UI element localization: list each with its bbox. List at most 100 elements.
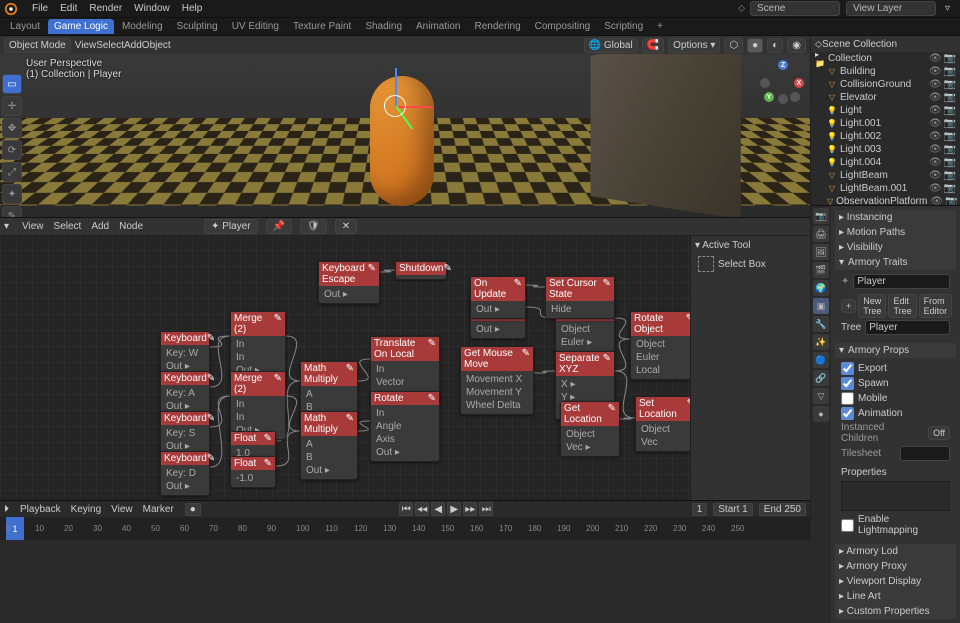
player-capsule[interactable] [370, 76, 434, 206]
node-mathmul2[interactable]: Math Multiply✎ABOut ▸ [300, 411, 358, 480]
jump-end-button[interactable]: ⏭ [479, 502, 493, 516]
disable-render-icon[interactable]: 📷 [944, 157, 956, 168]
panel-visibility[interactable]: ▸ Visibility [835, 240, 956, 255]
timeline-track[interactable]: 1 01020304050607080901001101201301401501… [0, 517, 810, 540]
disable-render-icon[interactable]: 📷 [944, 105, 956, 116]
tab-physics[interactable]: 🔵 [813, 352, 829, 368]
tab-render[interactable]: 📷 [813, 208, 829, 224]
node-menu-view[interactable]: View [17, 221, 49, 232]
node-kb_a[interactable]: Keyboard✎Key: AOut ▸ [160, 371, 210, 416]
cursor-tool[interactable]: ✛ [2, 96, 22, 116]
visibility-toggle-icon[interactable]: 👁 [929, 92, 942, 103]
from-editor-button[interactable]: From Editor [919, 294, 953, 318]
visibility-toggle-icon[interactable]: 👁 [929, 118, 942, 129]
shading-matprev[interactable]: ◐ [767, 38, 783, 53]
timeline-menu-playback[interactable]: Playback [15, 504, 66, 515]
outliner-item-lightbeam[interactable]: ▽LightBeam👁📷 [811, 169, 960, 182]
visibility-toggle-icon[interactable]: 👁 [929, 144, 942, 155]
node-getloc[interactable]: Get Location✎ObjectVec ▸ [560, 401, 620, 457]
panel-motion-paths[interactable]: ▸ Motion Paths [835, 225, 956, 240]
workspace-tab-game-logic[interactable]: Game Logic [48, 19, 114, 34]
orientation-selector[interactable]: 🌐 Global [584, 38, 638, 53]
outliner-item-light-001[interactable]: 💡Light.001👁📷 [811, 117, 960, 130]
add-trait-button[interactable]: + [841, 299, 856, 313]
scale-tool[interactable]: ⤢ [2, 162, 22, 182]
menu-help[interactable]: Help [176, 3, 209, 14]
workspace-tab-rendering[interactable]: Rendering [468, 19, 526, 34]
disable-render-icon[interactable]: 📷 [944, 92, 956, 103]
disable-render-icon[interactable]: 📷 [944, 118, 956, 129]
outliner-item-light-003[interactable]: 💡Light.003👁📷 [811, 143, 960, 156]
nav-gizmo[interactable]: X Y Z [758, 58, 806, 106]
timeline-menu-marker[interactable]: Marker [138, 504, 179, 515]
node-menu-select[interactable]: Select [49, 221, 87, 232]
workspace-tab-texture-paint[interactable]: Texture Paint [287, 19, 357, 34]
move-tool[interactable]: ✥ [2, 118, 22, 138]
mode-selector[interactable]: Object Mode [4, 38, 71, 53]
viewport-menu-add[interactable]: Add [124, 40, 142, 51]
export-checkbox[interactable] [841, 362, 854, 375]
outliner[interactable]: ⬦ Scene Collection ▸📁Collection👁📷▽Buildi… [811, 36, 960, 206]
workspace-tab-uv-editing[interactable]: UV Editing [226, 19, 285, 34]
node-menu-add[interactable]: Add [86, 221, 114, 232]
node-shutdown[interactable]: Shutdown✎ [395, 261, 447, 280]
tab-object[interactable]: ▣ [813, 298, 829, 314]
tab-world[interactable]: 🌍 [813, 280, 829, 296]
node-kb_d[interactable]: Keyboard✎Key: DOut ▸ [160, 451, 210, 496]
timeline-menu-keying[interactable]: Keying [66, 504, 107, 515]
tab-output[interactable]: 🖨 [813, 226, 829, 242]
play-reverse-button[interactable]: ◀ [431, 502, 445, 516]
armory-traits-panel-header[interactable]: ▾ Armory Traits [835, 255, 956, 270]
tree-name-field[interactable] [865, 320, 950, 335]
node-kb_w[interactable]: Keyboard✎Key: WOut ▸ [160, 331, 210, 376]
tab-modifiers[interactable]: 🔧 [813, 316, 829, 332]
outliner-item-light-004[interactable]: 💡Light.004👁📷 [811, 156, 960, 169]
mobile-checkbox[interactable] [841, 392, 854, 405]
current-frame-field[interactable]: 1 [692, 503, 708, 516]
visibility-toggle-icon[interactable]: 👁 [929, 157, 942, 168]
spawn-checkbox[interactable] [841, 377, 854, 390]
outliner-item-light[interactable]: 💡Light👁📷 [811, 104, 960, 117]
outliner-item-building[interactable]: ▽Building👁📷 [811, 65, 960, 78]
viewport-menu-view[interactable]: View [75, 40, 97, 51]
workspace-tab-modeling[interactable]: Modeling [116, 19, 169, 34]
tilesheet-field[interactable] [900, 446, 950, 461]
node-kb_s[interactable]: Keyboard✎Key: SOut ▸ [160, 411, 210, 456]
node-rotcam[interactable]: Rotate Object✎ObjectEulerLocal [630, 311, 698, 380]
scene-selector[interactable]: Scene [750, 1, 840, 16]
filter-icon[interactable]: ▿ [939, 3, 956, 14]
visibility-toggle-icon[interactable]: 👁 [930, 196, 943, 206]
viewlayer-selector[interactable]: View Layer [846, 1, 936, 16]
start-frame-field[interactable]: Start 1 [713, 503, 752, 516]
disable-render-icon[interactable]: 📷 [944, 66, 956, 77]
shading-wireframe[interactable]: ⬡ [724, 38, 743, 53]
visibility-toggle-icon[interactable]: 👁 [929, 131, 942, 142]
outliner-item-observationplatform[interactable]: ▽ObservationPlatform👁📷 [811, 195, 960, 206]
nodetree-selector[interactable]: ✦ Player [204, 219, 258, 234]
node-onupd2[interactable]: On Update✎Out ▸ [470, 276, 526, 319]
chevron-icon[interactable]: ▾ [4, 221, 9, 232]
menu-window[interactable]: Window [128, 3, 176, 14]
lightmapping-checkbox[interactable] [841, 519, 854, 532]
chevron-icon[interactable]: ⏵ [4, 504, 9, 515]
options-dropdown[interactable]: Options ▾ [668, 38, 720, 53]
properties-list[interactable] [841, 481, 950, 511]
tab-scene[interactable]: 🎬 [813, 262, 829, 278]
unlink-button[interactable]: ✕ [335, 219, 357, 234]
disable-render-icon[interactable]: 📷 [944, 170, 956, 181]
node-merge2[interactable]: Merge (2)✎InInOut ▸ [230, 371, 286, 440]
snap-toggle[interactable]: 🧲 [642, 38, 664, 53]
menu-render[interactable]: Render [83, 3, 128, 14]
autokey-toggle[interactable]: ● [185, 503, 201, 516]
pin-toggle[interactable]: 📌 [266, 219, 292, 234]
jump-start-button[interactable]: ⏮ [399, 502, 413, 516]
viewport-menu-select[interactable]: Select [96, 40, 124, 51]
node-merge1[interactable]: Merge (2)✎InInOut ▸ [230, 311, 286, 380]
menu-file[interactable]: File [26, 3, 54, 14]
visibility-toggle-icon[interactable]: 👁 [929, 53, 942, 64]
shading-rendered[interactable]: ◉ [787, 38, 806, 53]
outliner-item-collisionground[interactable]: ▽CollisionGround👁📷 [811, 78, 960, 91]
add-workspace-button[interactable]: + [651, 19, 669, 34]
timeline-menu-view[interactable]: View [106, 504, 138, 515]
workspace-tab-shading[interactable]: Shading [359, 19, 408, 34]
